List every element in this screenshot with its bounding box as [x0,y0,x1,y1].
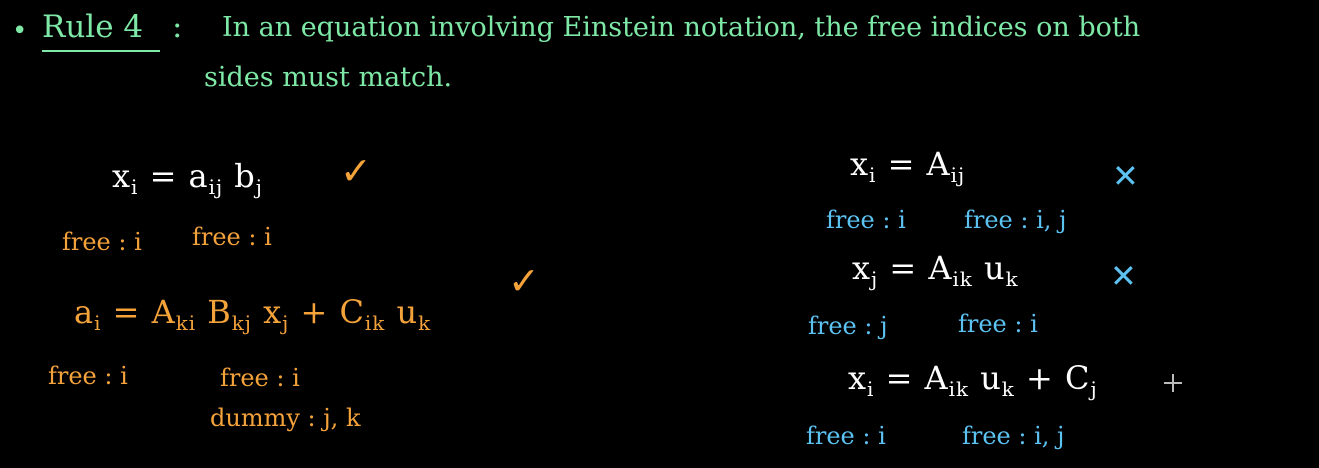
bullet: • [12,16,28,46]
left-equation-1: xi = aij bj [112,157,263,199]
left-eq2-label-free-rhs: free : i [220,364,300,392]
rule-text-line-1: In an equation involving Einstein notati… [222,12,1141,43]
crosshair-cursor-icon [1164,374,1182,392]
right-eq1-label-free-rhs: free : i, j [964,206,1067,234]
left-equation-2: ai = Aki Bkj xj + Cik uk [74,293,432,335]
rule-title-underline [42,50,160,52]
cross-mark-icon: ✕ [1112,157,1139,195]
rule-title: Rule 4 [42,9,144,45]
cross-mark-icon: ✕ [1110,257,1137,295]
right-eq1-label-free-lhs: free : i [826,206,906,234]
check-mark-icon: ✓ [340,149,372,193]
right-equation-1: xi = Aij [850,145,966,187]
rule-colon: : [172,9,183,45]
check-mark-icon: ✓ [508,259,540,303]
right-eq2-label-free-rhs: free : i [958,310,1038,338]
right-eq2-label-free-lhs: free : j [808,312,888,340]
left-eq2-label-dummy: dummy : j, k [210,404,361,432]
right-eq3-label-free-rhs: free : i, j [962,422,1065,450]
right-eq3-label-free-lhs: free : i [806,422,886,450]
left-eq2-label-free-lhs: free : i [48,362,128,390]
right-equation-3: xi = Aik uk + Cj [848,359,1098,401]
rule-text-line-2: sides must match. [204,62,453,93]
right-equation-2: xj = Aik uk [852,249,1019,291]
left-eq1-label-free-lhs: free : i [62,228,142,256]
left-eq1-label-free-rhs: free : i [192,223,272,251]
